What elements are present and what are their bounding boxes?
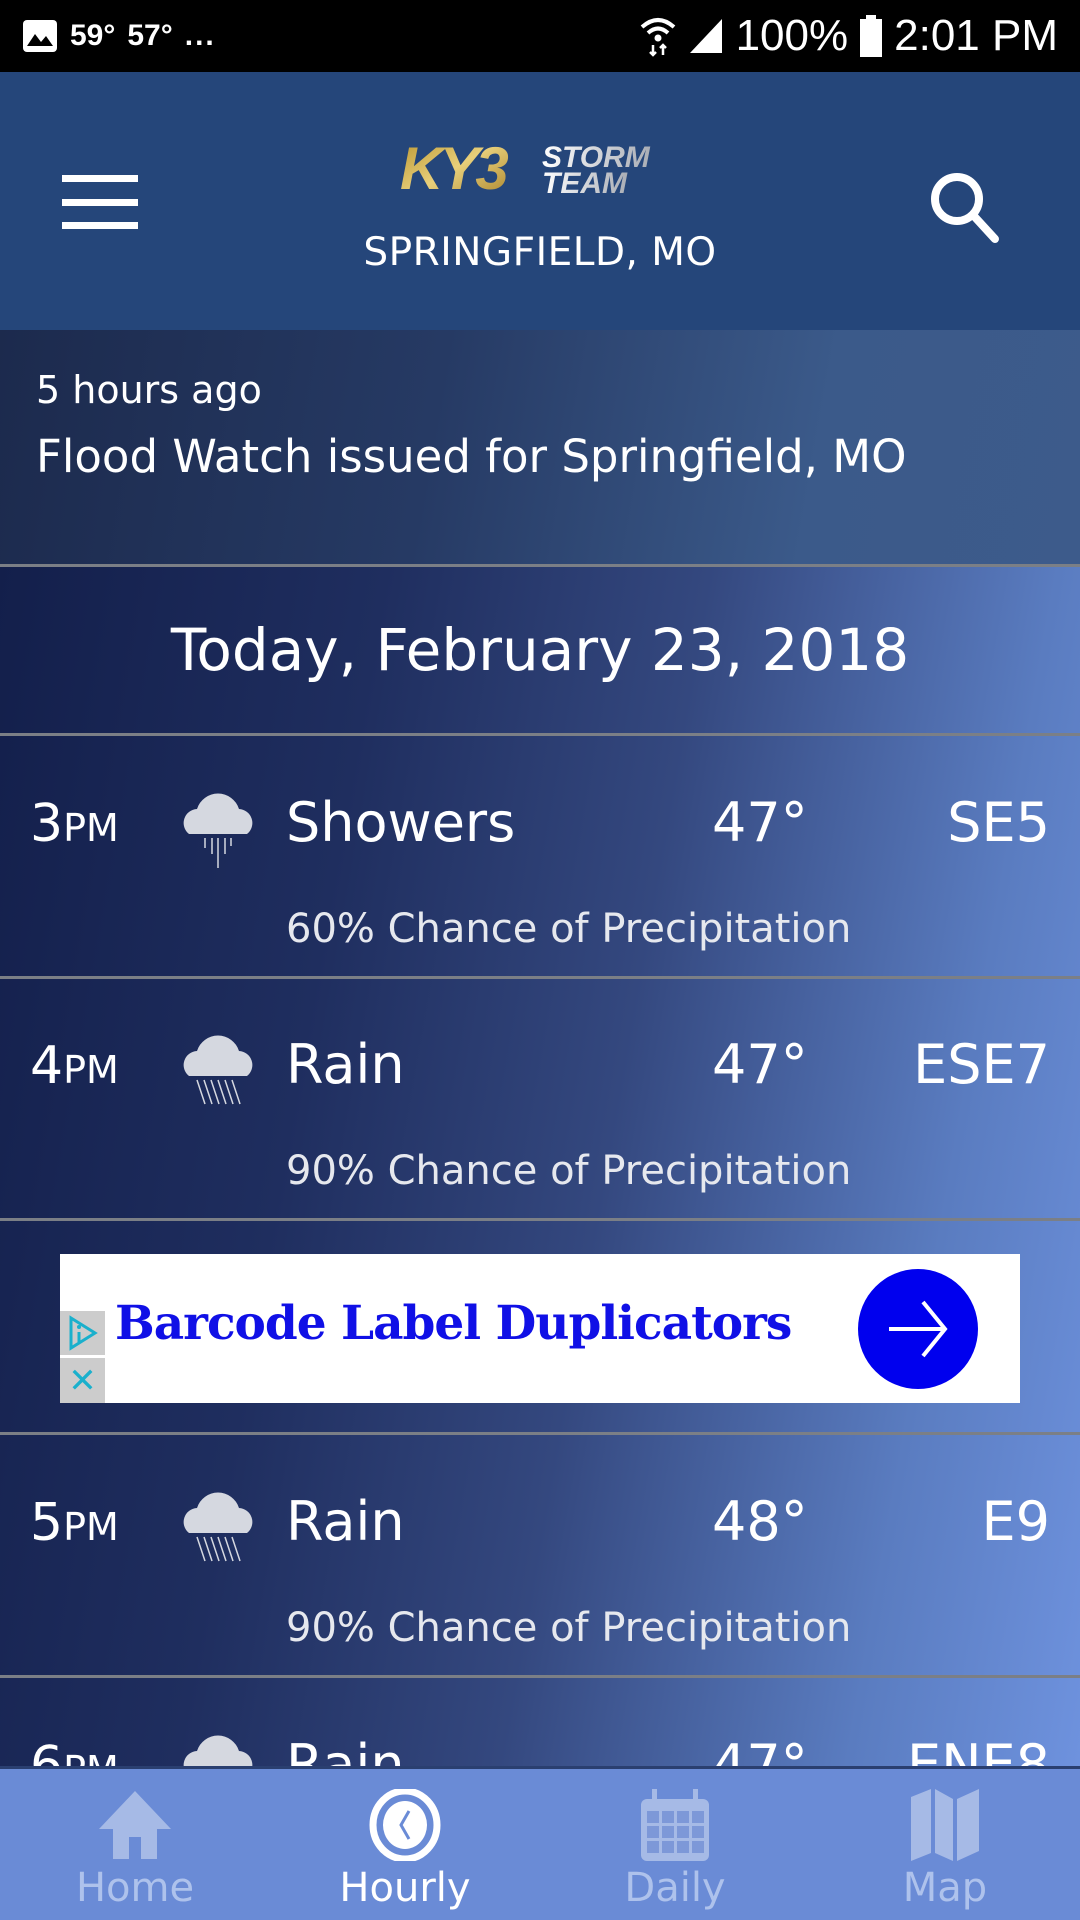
- gallery-notification-icon: [23, 20, 57, 52]
- wind: ESE7: [913, 1033, 1050, 1096]
- menu-icon-line: [62, 222, 138, 229]
- weather-notification-temp-1: 59°: [70, 19, 116, 52]
- map-icon: [911, 1789, 979, 1861]
- nav-hourly-label: Hourly: [339, 1865, 471, 1911]
- ad-choices-icon: [69, 1315, 98, 1351]
- hourly-row[interactable]: 3PM Showers 47° SE5 60% Chance of Precip…: [0, 736, 1080, 979]
- ad-headline[interactable]: Barcode Label Duplicators: [115, 1296, 792, 1351]
- condition-label: Showers: [286, 791, 516, 854]
- wifi-icon: [640, 18, 675, 57]
- alert-timestamp: 5 hours ago: [36, 368, 262, 412]
- hour-label: 5PM: [30, 1493, 119, 1553]
- nav-home-label: Home: [75, 1865, 195, 1911]
- ad-choices-button[interactable]: [60, 1311, 105, 1355]
- alert-message: Flood Watch issued for Springfield, MO: [36, 430, 907, 483]
- clock-time: 2:01 PM: [894, 11, 1058, 60]
- ky3-storm-team-logo: KY3 STORM TEAM: [400, 137, 651, 202]
- hourly-row[interactable]: 5PM Rain 48° E9 90% Chance of Precipitat…: [0, 1435, 1080, 1678]
- precipitation-chance: 60% Chance of Precipitation: [286, 906, 852, 952]
- hour-label: 3PM: [30, 794, 119, 854]
- weather-notification-temp-2: 57°: [127, 19, 173, 52]
- showers-icon: [183, 793, 253, 868]
- app-header: KY3 STORM TEAM SPRINGFIELD, MO: [0, 72, 1080, 330]
- menu-icon-line: [62, 198, 138, 206]
- wind: SE5: [947, 791, 1050, 854]
- location-title[interactable]: SPRINGFIELD, MO: [0, 230, 1080, 275]
- weather-alert-banner[interactable]: 5 hours ago Flood Watch issued for Sprin…: [0, 330, 1080, 567]
- signal-icon: [689, 19, 722, 53]
- ad-banner[interactable]: ✕ Barcode Label Duplicators: [60, 1254, 1020, 1403]
- precipitation-chance: 90% Chance of Precipitation: [286, 1148, 852, 1194]
- ad-go-button[interactable]: [858, 1269, 978, 1389]
- rain-icon: [183, 1492, 253, 1562]
- temperature: 47°: [712, 791, 808, 854]
- nav-map[interactable]: Map: [810, 1769, 1080, 1920]
- temperature: 47°: [712, 1033, 808, 1096]
- date-heading: Today, February 23, 2018: [0, 567, 1080, 736]
- search-icon[interactable]: [925, 167, 1005, 247]
- hour-period: PM: [63, 1505, 119, 1549]
- hourly-row[interactable]: 4PM Rain 47° ESE7 90% Chance of Precipit…: [0, 978, 1080, 1221]
- hour-number: 5: [30, 1493, 64, 1553]
- nav-daily-label: Daily: [624, 1865, 726, 1911]
- battery-icon: [860, 15, 883, 57]
- menu-button[interactable]: [62, 175, 138, 229]
- ad-close-button[interactable]: ✕: [60, 1358, 105, 1403]
- temperature: 48°: [712, 1490, 808, 1553]
- logo-team: TEAM: [542, 167, 628, 200]
- more-notifications-indicator: ...: [184, 19, 216, 52]
- nav-daily[interactable]: Daily: [540, 1769, 810, 1920]
- hour-number: 3: [30, 794, 64, 854]
- home-icon: [99, 1791, 171, 1859]
- hour-label: 4PM: [30, 1036, 119, 1096]
- bottom-nav: Home Hourly Daily Map: [0, 1766, 1080, 1920]
- nav-hourly[interactable]: Hourly: [270, 1769, 540, 1920]
- hour-period: PM: [63, 806, 119, 850]
- hour-period: PM: [63, 1048, 119, 1092]
- menu-icon: [62, 175, 138, 182]
- condition-label: Rain: [286, 1033, 405, 1096]
- status-bar: 59° 57° ... 100% 2:01 PM: [0, 0, 1080, 72]
- nav-home[interactable]: Home: [0, 1769, 270, 1920]
- rain-icon: [183, 1035, 253, 1105]
- wind: E9: [981, 1490, 1050, 1553]
- condition-label: Rain: [286, 1490, 405, 1553]
- arrow-right-icon: [889, 1300, 948, 1358]
- clock-icon: [369, 1789, 441, 1861]
- nav-map-label: Map: [902, 1865, 988, 1911]
- logo-ky3: KY3: [400, 137, 508, 202]
- calendar-icon: [641, 1789, 709, 1861]
- battery-percent: 100%: [735, 11, 849, 60]
- hour-number: 4: [30, 1036, 64, 1096]
- hourly-forecast-list[interactable]: Today, February 23, 2018 3PM Showers 47°…: [0, 567, 1080, 1920]
- ad-row: ✕ Barcode Label Duplicators: [0, 1221, 1080, 1435]
- precipitation-chance: 90% Chance of Precipitation: [286, 1605, 852, 1651]
